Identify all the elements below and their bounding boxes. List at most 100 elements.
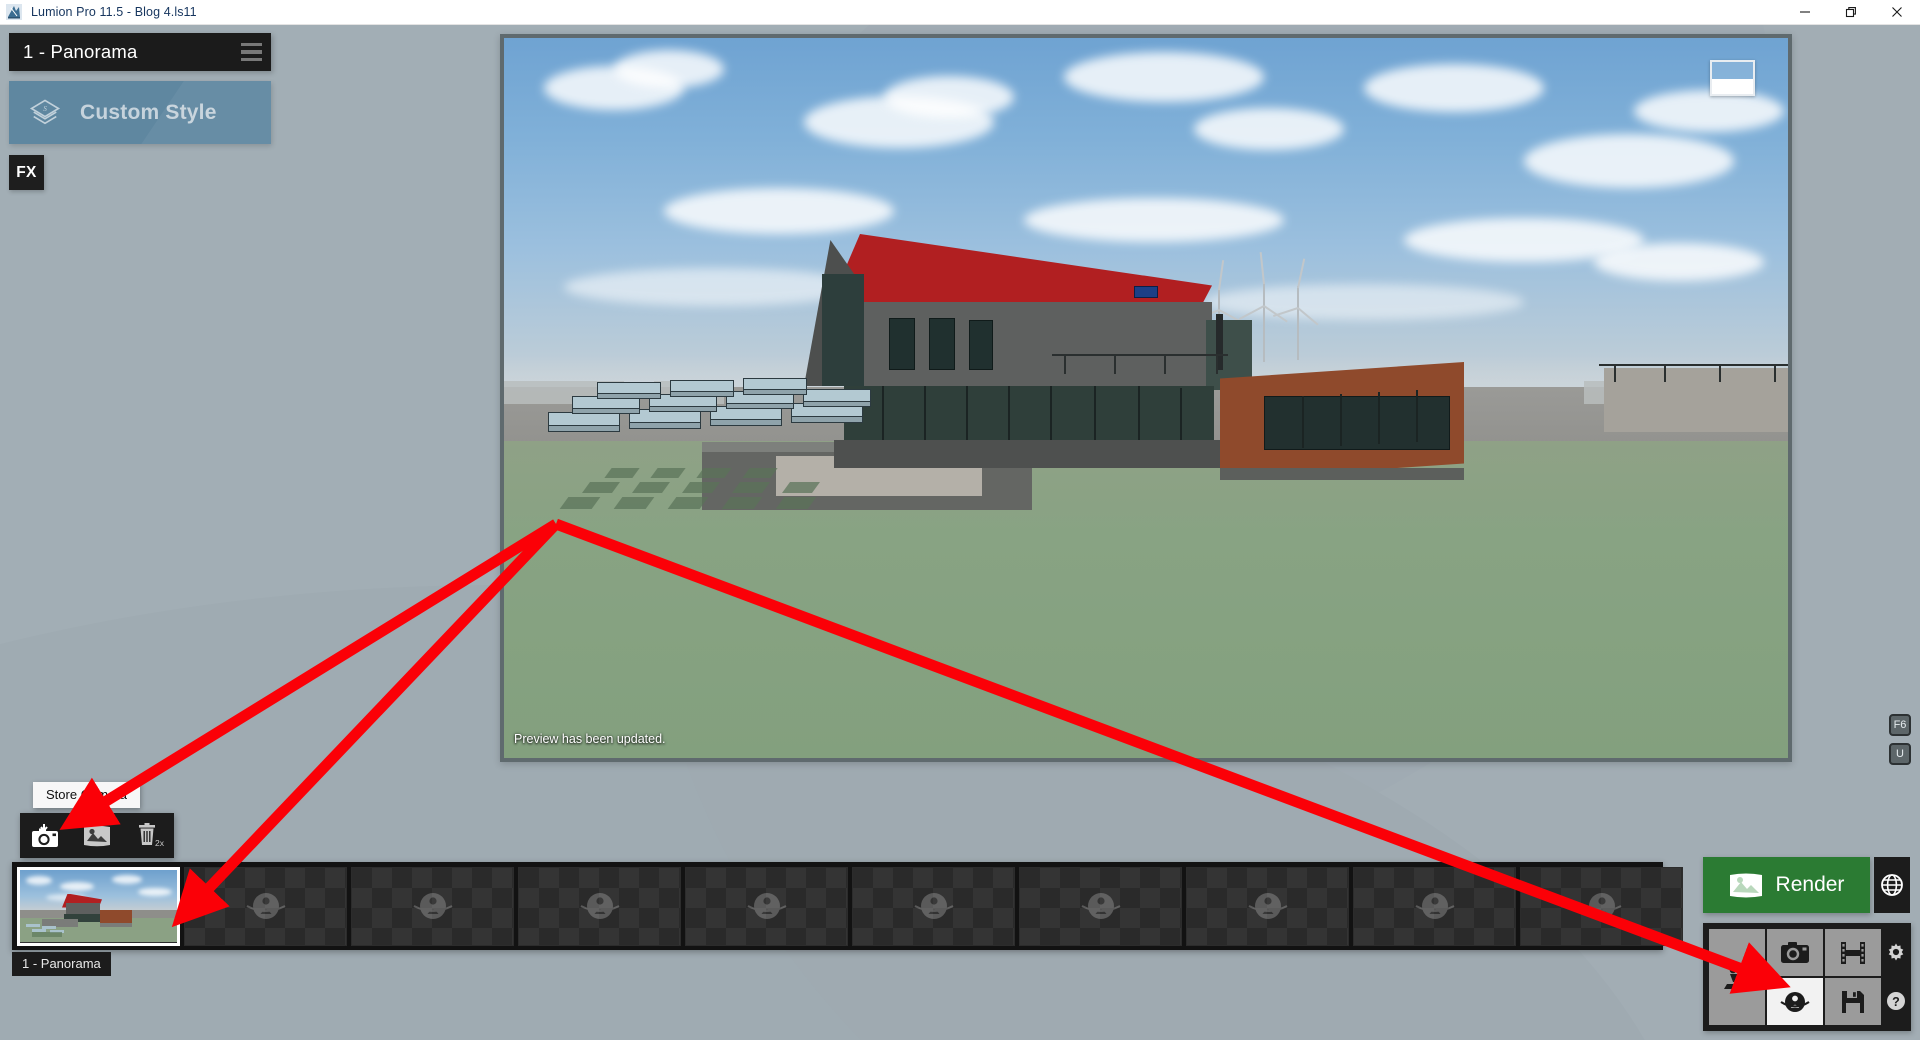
glass-mullion bbox=[1416, 390, 1418, 442]
list-item[interactable] bbox=[351, 866, 514, 946]
list-item[interactable] bbox=[685, 866, 848, 946]
style-layers-icon: S bbox=[29, 98, 61, 124]
list-item[interactable] bbox=[852, 866, 1015, 946]
panel-side-icons: ? bbox=[1883, 929, 1909, 1025]
panorama-person-icon bbox=[914, 893, 953, 919]
maximize-restore-button[interactable] bbox=[1828, 0, 1874, 25]
camera-toolbar: 2x bbox=[20, 813, 174, 858]
help-question-icon: ? bbox=[1887, 992, 1905, 1010]
ground-floor-glass bbox=[844, 386, 1214, 442]
solar-panel bbox=[548, 412, 620, 426]
custom-style-card[interactable]: S Custom Style bbox=[9, 81, 271, 144]
list-item[interactable] bbox=[17, 866, 180, 946]
railing-post bbox=[1774, 364, 1776, 382]
panorama-person-icon bbox=[413, 893, 452, 919]
minimize-button[interactable] bbox=[1782, 0, 1828, 25]
glass-mullion bbox=[1094, 386, 1096, 442]
solar-panel-side bbox=[670, 391, 734, 397]
cloud bbox=[1364, 64, 1544, 112]
glass-mullion bbox=[1302, 396, 1304, 448]
render-image-icon bbox=[1729, 873, 1762, 897]
cloud bbox=[1024, 198, 1284, 242]
railing-post bbox=[1164, 354, 1166, 374]
solar-panel-side bbox=[803, 401, 871, 407]
wind-turbine-mast bbox=[1263, 282, 1265, 362]
photo-mode-button[interactable] bbox=[1767, 929, 1823, 976]
glass-mullion bbox=[1340, 394, 1342, 446]
cloud bbox=[564, 268, 864, 306]
solar-panel-side bbox=[743, 389, 807, 395]
shortcut-f6[interactable]: F6 bbox=[1889, 714, 1911, 736]
skylight bbox=[1134, 286, 1158, 298]
update-photo-button[interactable] bbox=[81, 821, 113, 851]
viewport-status-text: Preview has been updated. bbox=[514, 732, 666, 746]
build-mode-button[interactable] bbox=[1709, 929, 1765, 1025]
clip-header[interactable]: 1 - Panorama bbox=[9, 33, 271, 71]
cloud bbox=[1194, 108, 1344, 150]
title-bar: Lumion Pro 11.5 - Blog 4.ls11 bbox=[0, 0, 1920, 25]
delete-count-label: 2x bbox=[155, 838, 164, 848]
movie-mode-button[interactable] bbox=[1825, 929, 1881, 976]
railing-post bbox=[1114, 354, 1116, 374]
rust-wing-window-band bbox=[1264, 396, 1450, 450]
cloud bbox=[884, 76, 1014, 118]
horizon-overlay-widget[interactable] bbox=[1710, 60, 1755, 96]
clip-name-label: 1 - Panorama bbox=[23, 41, 138, 62]
hamburger-menu-icon[interactable] bbox=[237, 38, 265, 66]
window bbox=[929, 318, 955, 370]
file-mode-button[interactable] bbox=[1825, 978, 1881, 1025]
panorama-person-icon bbox=[1081, 893, 1120, 919]
svg-text:S: S bbox=[43, 105, 47, 113]
railing-post bbox=[1614, 364, 1616, 382]
glass-mullion bbox=[1138, 386, 1140, 442]
lumion-app-icon bbox=[6, 4, 22, 20]
floppy-save-icon bbox=[1842, 990, 1864, 1013]
cloud bbox=[1594, 243, 1764, 281]
solar-panel-side bbox=[548, 425, 620, 432]
thumbnail-image bbox=[20, 869, 177, 943]
list-item[interactable] bbox=[1186, 866, 1349, 946]
lumion-application-window: Lumion Pro 11.5 - Blog 4.ls11 1 - Panora… bbox=[0, 0, 1920, 1040]
list-item[interactable] bbox=[1019, 866, 1182, 946]
close-button[interactable] bbox=[1874, 0, 1920, 25]
balcony-railing bbox=[1052, 354, 1228, 356]
help-button[interactable]: ? bbox=[1883, 988, 1909, 1014]
panorama-person-icon bbox=[580, 893, 619, 919]
solar-panel-side bbox=[726, 403, 794, 409]
cloud bbox=[1064, 52, 1264, 102]
mode-grid bbox=[1709, 929, 1881, 1025]
solar-panel-side bbox=[649, 406, 717, 412]
solar-panel-side bbox=[572, 408, 640, 414]
globe-icon bbox=[1881, 874, 1903, 896]
cloud bbox=[1524, 134, 1734, 188]
list-item[interactable] bbox=[184, 866, 347, 946]
render-button[interactable]: Render bbox=[1703, 857, 1870, 913]
render-viewport[interactable]: Preview has been updated. bbox=[504, 38, 1788, 758]
glass-mullion bbox=[882, 386, 884, 442]
panorama-person-icon bbox=[1415, 893, 1454, 919]
fx-button[interactable]: FX bbox=[9, 155, 44, 190]
gear-icon bbox=[1888, 943, 1904, 961]
settings-button[interactable] bbox=[1883, 940, 1909, 966]
railing-post bbox=[1216, 354, 1218, 374]
delete-camera-button[interactable]: 2x bbox=[133, 821, 165, 851]
camera-thumbnail-strip bbox=[12, 862, 1683, 950]
globe-button[interactable] bbox=[1874, 857, 1910, 913]
cloud bbox=[1634, 90, 1784, 132]
list-item[interactable] bbox=[1353, 866, 1516, 946]
wind-turbine-mast bbox=[1297, 286, 1299, 360]
viewport-frame: Preview has been updated. bbox=[500, 34, 1792, 762]
store-camera-button[interactable] bbox=[29, 821, 61, 851]
terrace-railing bbox=[1599, 364, 1788, 366]
ground-plinth bbox=[834, 440, 1222, 468]
panorama-mode-button[interactable] bbox=[1767, 978, 1823, 1025]
list-item[interactable] bbox=[1520, 866, 1683, 946]
cloud bbox=[664, 188, 894, 234]
film-strip-icon bbox=[1841, 941, 1865, 964]
glass-mullion bbox=[1050, 386, 1052, 442]
selected-thumbnail-label: 1 - Panorama bbox=[12, 952, 111, 976]
list-item[interactable] bbox=[518, 866, 681, 946]
shortcut-u[interactable]: U bbox=[1889, 743, 1911, 765]
rust-wing-base bbox=[1220, 468, 1464, 480]
panorama-person-icon bbox=[1780, 991, 1810, 1012]
